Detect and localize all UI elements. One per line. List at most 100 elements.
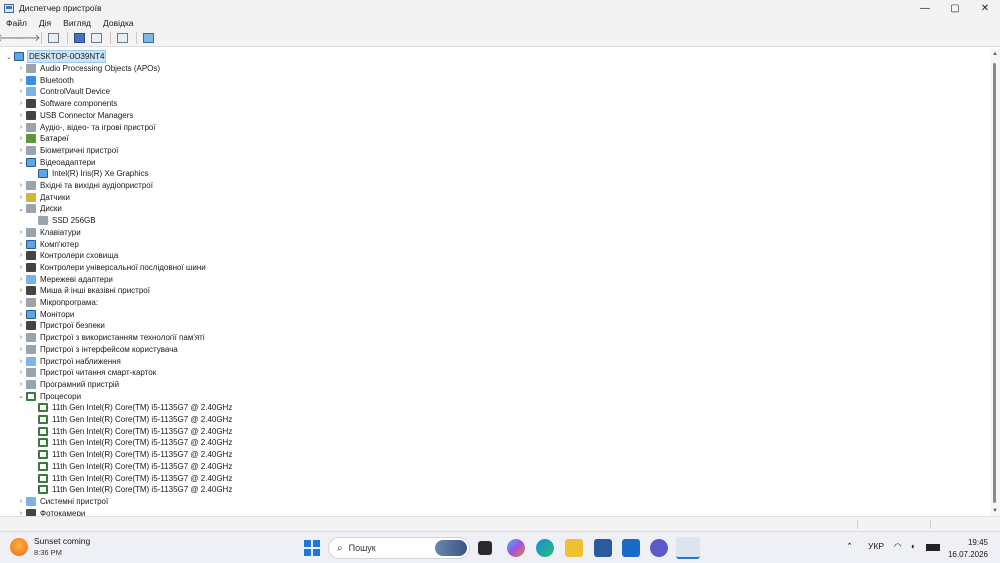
copilot-icon[interactable] bbox=[507, 539, 525, 557]
tree-category[interactable]: › Вхідні та вихідні аудіопристрої bbox=[16, 180, 154, 192]
scan-hardware-button[interactable] bbox=[115, 31, 129, 45]
tree-category[interactable]: › Мережеві адаптери bbox=[16, 273, 114, 285]
outlook-icon[interactable] bbox=[622, 539, 640, 557]
taskbar-search[interactable]: ⌕ Пошук bbox=[328, 537, 470, 559]
tree-category[interactable]: › Мікропрограма: bbox=[16, 297, 99, 309]
chevron-right-icon[interactable]: › bbox=[16, 287, 26, 294]
vertical-scrollbar[interactable]: ▲ ▼ bbox=[990, 49, 1000, 516]
tree-category[interactable]: › Контролери сховища bbox=[16, 250, 119, 262]
volume-icon[interactable]: ◖ bbox=[910, 541, 915, 551]
clock[interactable]: 19:45 16.07.2026 bbox=[948, 537, 988, 561]
properties-button[interactable] bbox=[89, 31, 103, 45]
file-explorer-icon[interactable] bbox=[565, 539, 583, 557]
chevron-right-icon[interactable]: › bbox=[16, 194, 26, 201]
edge-icon[interactable] bbox=[536, 539, 554, 557]
help-button[interactable] bbox=[72, 31, 86, 45]
chevron-right-icon[interactable]: › bbox=[16, 311, 26, 318]
tree-device[interactable]: 11th Gen Intel(R) Core(TM) i5-1135G7 @ 2… bbox=[28, 461, 233, 473]
weather-widget[interactable]: Sunset coming 8:36 PM bbox=[10, 536, 90, 557]
chevron-right-icon[interactable]: › bbox=[16, 498, 26, 505]
chevron-right-icon[interactable]: › bbox=[16, 88, 26, 95]
tree-category[interactable]: › USB Connector Managers bbox=[16, 110, 134, 122]
tree-category[interactable]: › Монітори bbox=[16, 308, 75, 320]
tree-category[interactable]: › Комп'ютер bbox=[16, 238, 80, 250]
task-view-icon[interactable] bbox=[478, 541, 492, 555]
tree-category[interactable]: › Пристрої читання смарт-карток bbox=[16, 367, 157, 379]
chevron-right-icon[interactable]: › bbox=[16, 112, 26, 119]
tree-device[interactable]: 11th Gen Intel(R) Core(TM) i5-1135G7 @ 2… bbox=[28, 402, 233, 414]
scrollbar-thumb[interactable] bbox=[993, 63, 996, 503]
maximize-button[interactable]: ▢ bbox=[940, 0, 970, 16]
tree-device[interactable]: 11th Gen Intel(R) Core(TM) i5-1135G7 @ 2… bbox=[28, 449, 233, 461]
tree-category[interactable]: › Датчики bbox=[16, 191, 71, 203]
tree-category[interactable]: › Програмний пристрій bbox=[16, 379, 120, 391]
menu-action[interactable]: Дія bbox=[33, 18, 57, 28]
tree-device[interactable]: 11th Gen Intel(R) Core(TM) i5-1135G7 @ 2… bbox=[28, 437, 233, 449]
chevron-right-icon[interactable]: › bbox=[16, 77, 26, 84]
tree-category[interactable]: › Фотокамери bbox=[16, 507, 86, 516]
tree-category[interactable]: › Контролери універсальної послідовної ши… bbox=[16, 262, 207, 274]
tree-category[interactable]: ⌄ Процесори bbox=[16, 390, 82, 402]
tree-device[interactable]: 11th Gen Intel(R) Core(TM) i5-1135G7 @ 2… bbox=[28, 484, 233, 496]
chevron-right-icon[interactable]: › bbox=[16, 135, 26, 142]
tree-category[interactable]: › Миша й інші вказівні пристрої bbox=[16, 285, 151, 297]
chevron-right-icon[interactable]: › bbox=[16, 147, 26, 154]
forward-button[interactable]: 🡒 bbox=[14, 31, 41, 45]
chevron-right-icon[interactable]: › bbox=[16, 334, 26, 341]
chevron-right-icon[interactable]: › bbox=[16, 182, 26, 189]
chevron-right-icon[interactable]: › bbox=[16, 252, 26, 259]
tree-category[interactable]: › Аудіо-, відео- та ігрові пристрої bbox=[16, 121, 157, 133]
tree-category[interactable]: › Bluetooth bbox=[16, 74, 75, 86]
tree-category[interactable]: › Батареї bbox=[16, 133, 70, 145]
chevron-right-icon[interactable]: › bbox=[16, 100, 26, 107]
tree-category[interactable]: ⌄ Відеоадаптери bbox=[16, 156, 97, 168]
chevron-right-icon[interactable]: › bbox=[16, 299, 26, 306]
chevron-right-icon[interactable]: › bbox=[16, 276, 26, 283]
start-button[interactable] bbox=[304, 540, 320, 556]
store-icon[interactable] bbox=[594, 539, 612, 557]
menu-help[interactable]: Довідка bbox=[97, 18, 140, 28]
chevron-right-icon[interactable]: › bbox=[16, 229, 26, 236]
tree-category[interactable]: › Клавіатури bbox=[16, 227, 82, 239]
chevron-right-icon[interactable]: › bbox=[16, 369, 26, 376]
wifi-icon[interactable]: ◠ bbox=[894, 541, 901, 552]
chevron-right-icon[interactable]: › bbox=[16, 264, 26, 271]
tree-category[interactable]: › Системні пристрої bbox=[16, 496, 109, 508]
teams-icon[interactable] bbox=[650, 539, 668, 557]
tree-device[interactable]: 11th Gen Intel(R) Core(TM) i5-1135G7 @ 2… bbox=[28, 414, 233, 426]
close-button[interactable]: ✕ bbox=[970, 0, 1000, 16]
show-hide-console-button[interactable] bbox=[46, 31, 60, 45]
tree-device[interactable]: Intel(R) Iris(R) Xe Graphics bbox=[28, 168, 149, 180]
monitor-button[interactable] bbox=[141, 31, 155, 45]
tree-device[interactable]: 11th Gen Intel(R) Core(TM) i5-1135G7 @ 2… bbox=[28, 472, 233, 484]
scroll-up-icon[interactable]: ▲ bbox=[992, 51, 998, 57]
tree-category[interactable]: › Software components bbox=[16, 98, 118, 110]
menu-view[interactable]: Вигляд bbox=[57, 18, 97, 28]
language-indicator[interactable]: УКР bbox=[868, 541, 884, 551]
minimize-button[interactable]: — bbox=[910, 0, 940, 16]
chevron-down-icon[interactable]: ⌄ bbox=[16, 392, 26, 400]
chevron-right-icon[interactable]: › bbox=[16, 124, 26, 131]
chevron-right-icon[interactable]: › bbox=[16, 65, 26, 72]
chevron-down-icon[interactable]: ⌄ bbox=[4, 53, 14, 61]
chevron-up-icon[interactable]: ⌃ bbox=[846, 541, 853, 552]
tree-category[interactable]: ⌄ Диски bbox=[16, 203, 63, 215]
chevron-down-icon[interactable]: ⌄ bbox=[16, 205, 26, 213]
tree-category[interactable]: › Audio Processing Objects (APOs) bbox=[16, 63, 161, 75]
scroll-down-icon[interactable]: ▼ bbox=[992, 508, 998, 514]
chevron-right-icon[interactable]: › bbox=[16, 322, 26, 329]
chevron-right-icon[interactable]: › bbox=[16, 241, 26, 248]
battery-icon[interactable] bbox=[926, 544, 940, 551]
tree-category[interactable]: › Біометричні пристрої bbox=[16, 145, 119, 157]
tree-device[interactable]: 11th Gen Intel(R) Core(TM) i5-1135G7 @ 2… bbox=[28, 425, 233, 437]
menu-file[interactable]: Файл bbox=[0, 18, 33, 28]
chevron-right-icon[interactable]: › bbox=[16, 358, 26, 365]
chevron-down-icon[interactable]: ⌄ bbox=[16, 158, 26, 166]
tree-category[interactable]: › ControlVault Device bbox=[16, 86, 111, 98]
device-manager-taskbar-icon[interactable] bbox=[676, 537, 700, 559]
tree-device[interactable]: SSD 256GB bbox=[28, 215, 97, 227]
tree-category[interactable]: › Пристрої наближення bbox=[16, 355, 122, 367]
tree-category[interactable]: › Пристрої з використанням технології пам… bbox=[16, 332, 206, 344]
tree-root[interactable]: ⌄ DESKTOP-0O39NT4 bbox=[4, 50, 107, 64]
tree-category[interactable]: › Пристрої з інтерфейсом користувача bbox=[16, 344, 179, 356]
